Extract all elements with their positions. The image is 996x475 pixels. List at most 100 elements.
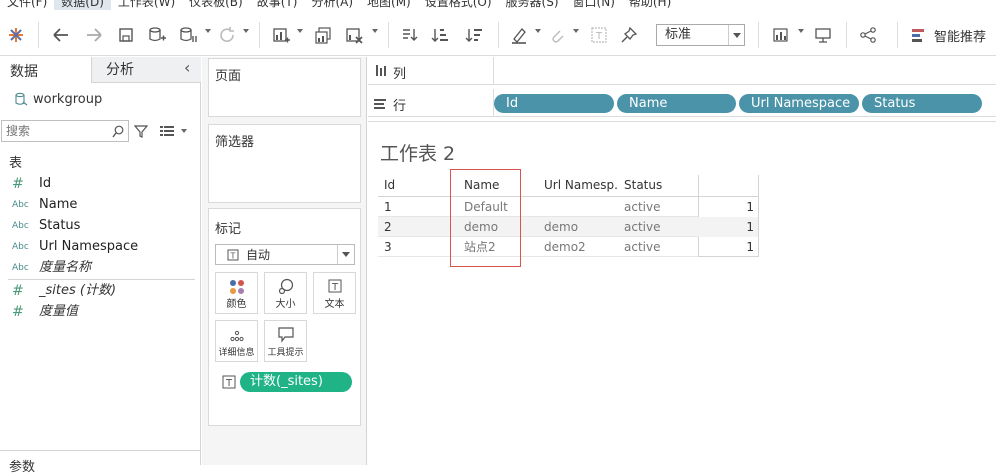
tableau-logo-icon[interactable] <box>5 24 27 46</box>
row-header-cell[interactable]: demo <box>544 217 619 237</box>
mark-type-select[interactable]: T 自动 <box>215 244 355 265</box>
menu-item[interactable]: 分析(A) <box>304 0 360 10</box>
show-cards-dropdown-icon[interactable] <box>798 29 804 33</box>
rows-shelf[interactable]: 行 Id Name Url Namespace Status <box>368 89 996 117</box>
filter-icon[interactable] <box>134 124 148 138</box>
search-input[interactable] <box>2 121 106 141</box>
tooltip-icon <box>278 327 294 343</box>
row-header-cell[interactable]: active <box>624 237 694 257</box>
pages-card[interactable]: 页面 <box>208 58 361 117</box>
column-header[interactable]: Id <box>384 175 459 195</box>
row-header-cell[interactable]: demo2 <box>544 237 619 257</box>
duplicate-sheet-icon[interactable] <box>312 24 334 46</box>
sort-descending-icon[interactable] <box>463 24 485 46</box>
swap-rows-columns-icon[interactable] <box>398 24 420 46</box>
row-header-cell[interactable]: 1 <box>384 197 459 217</box>
filters-card[interactable]: 筛选器 <box>208 124 361 203</box>
sheet-title: 工作表 2 <box>380 143 456 165</box>
measure-item[interactable]: # 度量值 <box>0 302 200 322</box>
new-worksheet-dropdown-icon[interactable] <box>297 29 303 33</box>
field-item[interactable]: Abc 度量名称 <box>0 258 200 278</box>
presentation-mode-icon[interactable] <box>812 24 834 46</box>
show-cards-icon[interactable] <box>770 24 792 46</box>
view-dropdown-icon[interactable] <box>181 129 187 133</box>
show-me-button[interactable]: 智能推荐 <box>910 24 994 46</box>
field-name: Name <box>39 197 78 212</box>
marks-title: 标记 <box>215 222 242 237</box>
field-item[interactable]: Abc Url Namespace <box>0 237 200 257</box>
row-pill[interactable]: Url Namespace <box>739 94 859 113</box>
row-pill[interactable]: Name <box>617 94 736 113</box>
show-mark-labels-icon[interactable]: T <box>588 24 610 46</box>
mark-type-value: 自动 <box>246 248 271 262</box>
row-header-cell[interactable] <box>544 197 619 217</box>
row-header-cell[interactable]: 3 <box>384 237 459 257</box>
new-worksheet-icon[interactable] <box>270 24 292 46</box>
name-column-highlight <box>450 169 521 267</box>
measure-value-cell[interactable]: 1 <box>699 217 754 237</box>
field-item[interactable]: # Id <box>0 174 200 194</box>
menu-item[interactable]: 窗口(N) <box>566 0 622 10</box>
detail-button[interactable]: 详细信息 <box>215 320 258 362</box>
collapse-pane-icon[interactable]: ‹ <box>184 58 190 77</box>
tooltip-button[interactable]: 工具提示 <box>264 320 307 362</box>
field-item[interactable]: Abc Status <box>0 216 200 236</box>
menu-item[interactable]: 地图(M) <box>360 0 418 10</box>
svg-text:T: T <box>225 378 233 389</box>
menu-item[interactable]: 设置格式(O) <box>418 0 499 10</box>
measure-value-cell[interactable]: 1 <box>699 197 754 217</box>
menu-item[interactable]: 数据(D) <box>54 0 111 10</box>
group-dropdown-icon[interactable] <box>573 29 579 33</box>
fix-axes-pin-icon[interactable] <box>618 24 640 46</box>
menu-item[interactable]: 故事(T) <box>250 0 305 10</box>
view-list-icon[interactable] <box>160 126 174 136</box>
columns-shelf[interactable]: 列 <box>368 57 996 85</box>
redo-icon[interactable] <box>83 24 105 46</box>
row-header-cell[interactable]: active <box>624 217 694 237</box>
text-encoding-pill-label: 计数(_sites) <box>250 374 323 389</box>
fit-select[interactable]: 标准 <box>656 24 745 46</box>
params-divider <box>0 450 201 451</box>
clear-sheet-icon[interactable] <box>343 24 365 46</box>
measure-item[interactable]: # _sites (计数) <box>0 281 200 301</box>
group-members-icon[interactable] <box>546 24 568 46</box>
pause-updates-icon[interactable] <box>177 24 199 46</box>
text-mark-icon: T <box>227 249 239 261</box>
menu-item[interactable]: 服务器(S) <box>499 0 566 10</box>
column-header[interactable]: Status <box>624 175 694 195</box>
measure-value-cell[interactable]: 1 <box>699 237 754 257</box>
menu-item[interactable]: 工作表(W) <box>111 0 182 10</box>
undo-icon[interactable] <box>50 24 72 46</box>
text-button[interactable]: T 文本 <box>313 272 356 314</box>
highlight-icon[interactable] <box>508 24 530 46</box>
menu-item[interactable]: 帮助(H) <box>622 0 678 10</box>
share-icon[interactable] <box>857 24 879 46</box>
highlight-dropdown-icon[interactable] <box>535 29 541 33</box>
menu-item[interactable]: 文件(F) <box>0 0 54 10</box>
row-pill[interactable]: Status <box>862 94 982 113</box>
clear-sheet-dropdown-icon[interactable] <box>372 29 378 33</box>
search-input-box[interactable] <box>1 120 129 142</box>
color-button[interactable]: 颜色 <box>215 272 258 314</box>
row-header-cell[interactable]: 2 <box>384 217 459 237</box>
row-header-cell[interactable]: active <box>624 197 694 217</box>
pause-updates-dropdown-icon[interactable] <box>205 29 211 33</box>
tab-data[interactable]: 数据 <box>0 57 91 83</box>
data-pane: 数据 分析 ‹ workgroup 表 #IdAbcNameAbcStatusA… <box>0 57 201 475</box>
chevron-down-icon[interactable] <box>337 245 354 264</box>
new-datasource-icon[interactable] <box>146 24 168 46</box>
size-button[interactable]: 大小 <box>264 272 307 314</box>
field-item[interactable]: Abc Name <box>0 195 200 215</box>
menu-item[interactable]: 仪表板(B) <box>182 0 250 10</box>
row-pill[interactable]: Id <box>494 94 614 113</box>
refresh-icon[interactable] <box>216 24 238 46</box>
chevron-down-icon[interactable] <box>728 25 744 45</box>
text-encoding-pill[interactable]: 计数(_sites) <box>240 372 352 392</box>
column-header[interactable]: Url Namesp.. <box>544 175 619 195</box>
rows-icon <box>374 99 386 109</box>
datasource-item[interactable]: workgroup <box>14 90 194 108</box>
field-type-icon: Abc <box>12 263 29 273</box>
sort-ascending-icon[interactable] <box>429 24 451 46</box>
refresh-dropdown-icon[interactable] <box>243 29 249 33</box>
save-icon[interactable] <box>115 24 137 46</box>
